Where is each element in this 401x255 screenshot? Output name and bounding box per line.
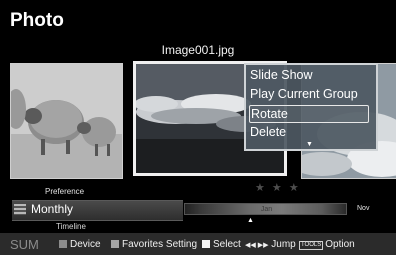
favorites-setting-hint[interactable]: Favorites Setting [111, 239, 197, 250]
select-label: Select [213, 239, 241, 250]
green-key-icon [111, 240, 119, 248]
device-hint[interactable]: Device [59, 239, 101, 250]
view-mode-label: Monthly [31, 202, 74, 216]
timeline-current-month: Jan [260, 206, 273, 213]
menu-scroll-down-icon[interactable]: ▼ [306, 141, 313, 148]
list-icon [14, 204, 26, 215]
select-hint[interactable]: Select [202, 239, 241, 250]
current-filename: Image001.jpg [161, 43, 235, 57]
favorites-setting-label: Favorites Setting [122, 239, 198, 250]
page-title: Photo [10, 10, 64, 31]
rating-stars: ★ ★ ★ [255, 182, 301, 194]
photo-thumbnail-sheep[interactable] [10, 63, 123, 179]
tv-screen: Photo Image001.jpg Slide Show Play Curre… [0, 0, 396, 255]
option-hint[interactable]: TOOLS Option [299, 239, 355, 250]
timeline-next-month[interactable]: Nov [357, 205, 369, 212]
footer-bar: SUM Device Favorites Setting Select ◀◀ ▶… [0, 233, 396, 255]
menu-item-slide-show[interactable]: Slide Show [250, 67, 313, 85]
jump-hint[interactable]: ◀◀ ▶▶ Jump [245, 239, 296, 250]
timeline-pointer-icon: ▲ [247, 217, 254, 224]
sheep-image [11, 64, 122, 178]
menu-item-delete[interactable]: Delete [250, 124, 286, 142]
timeline-bar[interactable]: Jan [184, 203, 347, 215]
menu-item-rotate[interactable]: Rotate [249, 105, 369, 123]
preference-label[interactable]: Preference [45, 187, 84, 196]
option-label: Option [325, 239, 355, 250]
red-key-icon [59, 240, 67, 248]
enter-key-icon [202, 240, 210, 248]
timeline-label[interactable]: Timeline [56, 222, 86, 231]
menu-item-play-current-group[interactable]: Play Current Group [250, 86, 358, 104]
context-menu: Slide Show Play Current Group Rotate Del… [244, 63, 378, 151]
skip-arrows-icon: ◀◀ ▶▶ [245, 242, 269, 249]
device-label: Device [70, 239, 101, 250]
jump-label: Jump [271, 239, 296, 250]
sum-logo: SUM [10, 237, 39, 252]
view-mode-selector[interactable]: Monthly [12, 200, 183, 221]
tools-key-icon: TOOLS [299, 241, 324, 250]
